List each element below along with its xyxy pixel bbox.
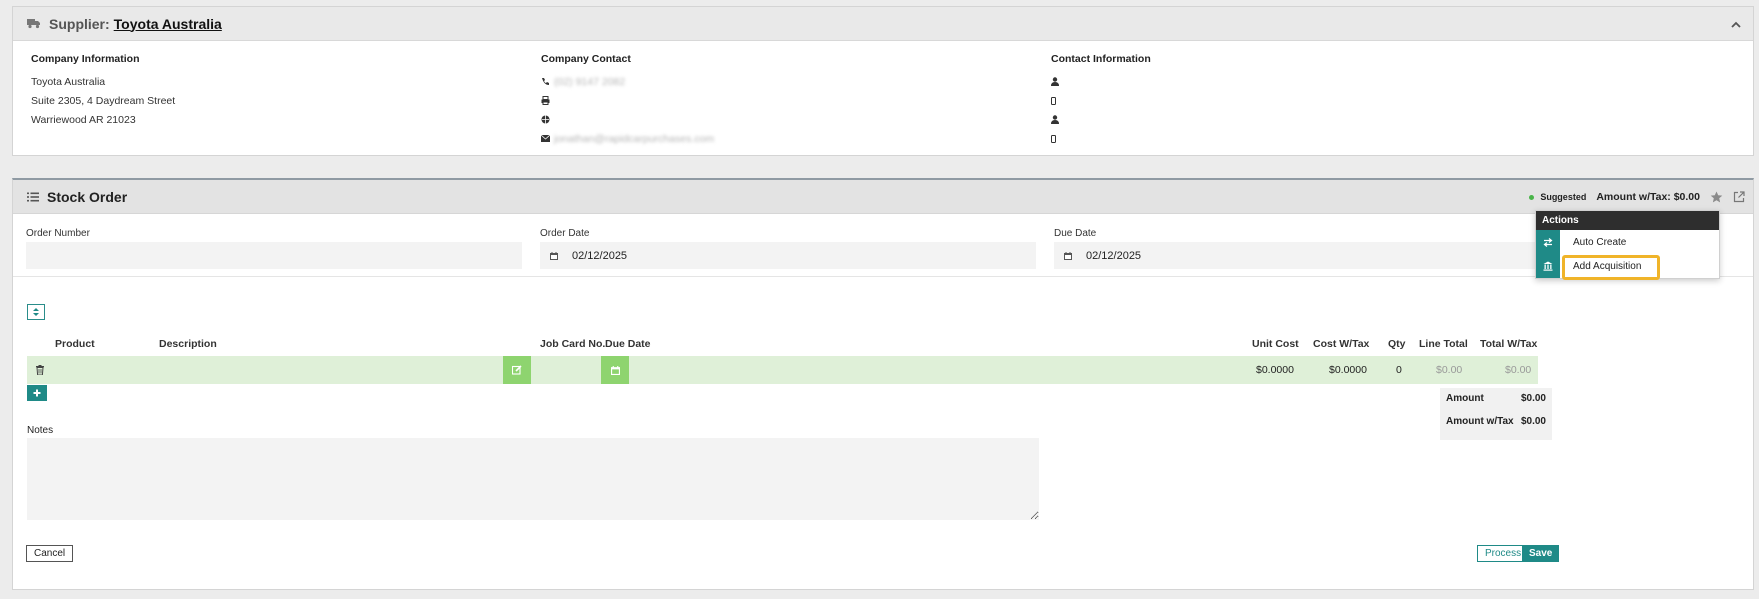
- totals-box: Amount $0.00 Amount w/Tax $0.00: [1440, 388, 1552, 440]
- plus-icon: [33, 389, 41, 397]
- website-line: [541, 110, 714, 129]
- star-icon[interactable]: [1710, 191, 1723, 203]
- cancel-button[interactable]: Cancel: [26, 545, 74, 562]
- notes-textarea[interactable]: [27, 438, 1039, 520]
- contact-person-line: [1051, 72, 1151, 91]
- company-contact: Company Contact (02) 9147 2082 jonathan@…: [541, 53, 714, 148]
- truck-icon: [27, 18, 41, 29]
- supplier-panel: Supplier: Toyota Australia Company Infor…: [12, 6, 1754, 156]
- cell-cost-tax[interactable]: $0.0000: [1329, 364, 1367, 376]
- cell-unit-cost[interactable]: $0.0000: [1256, 364, 1294, 376]
- calendar-icon: [1064, 251, 1072, 260]
- user-icon: [1051, 115, 1059, 124]
- highlight-outline: [1562, 255, 1660, 280]
- edit-description-button[interactable]: [503, 356, 531, 384]
- mobile-icon: [1051, 134, 1056, 143]
- exchange-icon: [1536, 230, 1560, 254]
- notes-label: Notes: [27, 425, 54, 436]
- globe-icon: [541, 115, 550, 124]
- col-header-product: Product: [55, 338, 95, 350]
- supplier-label: Supplier:: [49, 15, 110, 32]
- due-date-picker-button[interactable]: [601, 356, 629, 384]
- amount-tax-label: Amount w/Tax: [1446, 416, 1514, 427]
- printer-icon: [541, 96, 550, 105]
- phone-line: (02) 9147 2082: [541, 72, 714, 91]
- order-number-label: Order Number: [26, 228, 90, 239]
- due-date-label: Due Date: [1054, 228, 1097, 239]
- edit-icon: [512, 365, 522, 375]
- col-header-unit-cost: Unit Cost: [1252, 338, 1299, 350]
- table-row: $0.0000 $0.0000 0 $0.00 $0.00: [27, 356, 1538, 384]
- company-city-line: Warriewood AR 21023: [31, 113, 136, 126]
- col-header-job-card: Job Card No.: [540, 338, 606, 350]
- add-row-button[interactable]: [27, 385, 47, 401]
- actions-title: Actions: [1536, 211, 1719, 230]
- company-address-line: Suite 2305, 4 Daydream Street: [31, 94, 176, 107]
- contact-mobile-line-2: [1051, 129, 1151, 148]
- bank-icon: [1536, 254, 1560, 278]
- stock-order-header-right: Suggested Amount w/Tax: $0.00: [1529, 180, 1745, 214]
- amount-tax-value: $0.00: [1520, 416, 1546, 427]
- col-header-total-tax: Total W/Tax: [1480, 338, 1538, 350]
- cell-qty[interactable]: 0: [1396, 364, 1402, 376]
- company-information: Company Information Toyota Australia Sui…: [31, 53, 175, 129]
- amount-value: $0.00: [1520, 393, 1546, 404]
- order-date-label: Order Date: [540, 228, 590, 239]
- order-date-input[interactable]: 02/12/2025: [540, 242, 1036, 269]
- stock-order-title: Stock Order: [47, 188, 128, 205]
- stock-order-panel: Stock Order Suggested Amount w/Tax: $0.0…: [12, 178, 1754, 590]
- external-link-icon[interactable]: [1733, 191, 1745, 203]
- email-value[interactable]: jonathan@rapidcarpurchases.com: [554, 133, 714, 145]
- list-icon: [27, 192, 39, 202]
- menu-item-add-acquisition[interactable]: Add Acquisition: [1536, 254, 1719, 280]
- actions-dropdown: Actions Auto Create Add Acquisition: [1535, 210, 1720, 280]
- contact-information: Contact Information: [1051, 53, 1151, 148]
- header-amount-tax: Amount w/Tax: $0.00: [1596, 191, 1700, 203]
- divider: [13, 276, 1753, 277]
- contact-person-line-2: [1051, 110, 1151, 129]
- contact-mobile-line: [1051, 91, 1151, 110]
- sort-toggle-button[interactable]: [27, 304, 45, 320]
- envelope-icon: [541, 135, 550, 142]
- phone-value[interactable]: (02) 9147 2082: [554, 76, 625, 88]
- contact-info-title: Contact Information: [1051, 53, 1151, 65]
- supplier-name-link[interactable]: Toyota Australia: [114, 16, 222, 32]
- due-date-input[interactable]: 02/12/2025: [1054, 242, 1551, 269]
- chevron-up-icon[interactable]: [1727, 15, 1745, 33]
- calendar-icon: [610, 365, 620, 375]
- stock-order-header: Stock Order Suggested Amount w/Tax: $0.0…: [13, 180, 1753, 214]
- calendar-icon: [550, 251, 558, 260]
- status-text: Suggested: [1540, 192, 1587, 202]
- status-dot: [1529, 194, 1535, 200]
- supplier-header[interactable]: Supplier: Toyota Australia: [13, 7, 1753, 41]
- col-header-line-total: Line Total: [1419, 338, 1468, 350]
- col-header-qty: Qty: [1388, 338, 1406, 350]
- due-date-value: 02/12/2025: [1086, 249, 1142, 262]
- cell-line-total: $0.00: [1436, 364, 1463, 376]
- company-name: Toyota Australia: [31, 75, 106, 88]
- trash-icon[interactable]: [36, 365, 44, 375]
- cell-total-tax: $0.00: [1505, 364, 1532, 376]
- order-date-value: 02/12/2025: [572, 249, 628, 262]
- save-button[interactable]: Save: [1522, 545, 1560, 562]
- col-header-description: Description: [159, 338, 217, 350]
- fax-line: [541, 91, 714, 110]
- menu-item-auto-create[interactable]: Auto Create: [1536, 230, 1719, 254]
- status-badge: Suggested: [1529, 192, 1586, 202]
- col-header-cost-tax: Cost W/Tax: [1313, 338, 1370, 350]
- phone-icon: [541, 77, 550, 86]
- company-info-title: Company Information: [31, 53, 140, 65]
- user-icon: [1051, 77, 1059, 86]
- mobile-icon: [1051, 96, 1056, 105]
- order-number-input[interactable]: [26, 242, 522, 269]
- amount-label: Amount: [1446, 393, 1484, 404]
- col-header-due-date: Due Date: [605, 338, 651, 350]
- email-line: jonathan@rapidcarpurchases.com: [541, 129, 714, 148]
- auto-create-label: Auto Create: [1573, 236, 1627, 248]
- company-contact-title: Company Contact: [541, 53, 631, 65]
